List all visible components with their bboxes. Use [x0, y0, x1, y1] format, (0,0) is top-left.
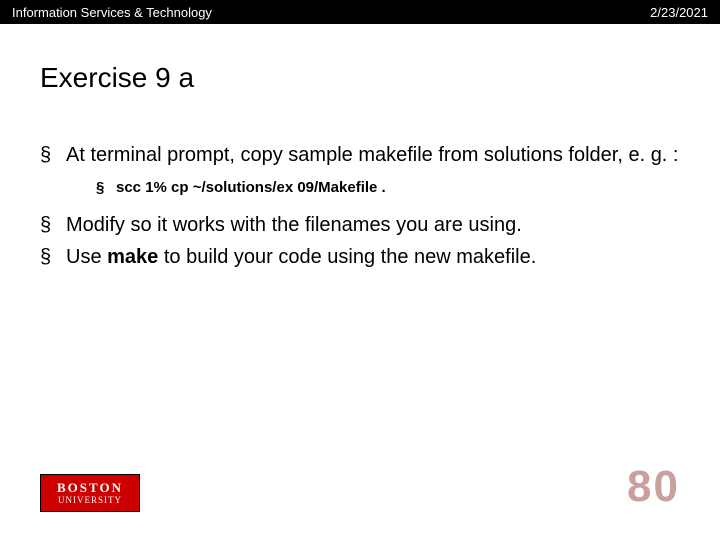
bullet-3-pre: Use	[66, 246, 107, 268]
bullet-3-bold: make	[107, 246, 158, 268]
bullet-1-text: At terminal prompt, copy sample makefile…	[66, 144, 678, 166]
slide-title: Exercise 9 a	[0, 24, 720, 94]
bullet-3: Use make to build your code using the ne…	[40, 244, 680, 270]
header-left: Information Services & Technology	[12, 5, 212, 20]
logo-line2: UNIVERSITY	[58, 496, 122, 505]
logo-line1: BOSTON	[57, 481, 123, 494]
page-number: 80	[627, 462, 680, 512]
header-date: 2/23/2021	[650, 5, 708, 20]
slide-content: At terminal prompt, copy sample makefile…	[0, 94, 720, 270]
boston-university-logo: BOSTON UNIVERSITY	[40, 474, 140, 512]
bullet-1: At terminal prompt, copy sample makefile…	[40, 142, 680, 198]
slide: Information Services & Technology 2/23/2…	[0, 0, 720, 540]
bullet-list: At terminal prompt, copy sample makefile…	[40, 142, 680, 270]
header-bar: Information Services & Technology 2/23/2…	[0, 0, 720, 24]
bullet-2: Modify so it works with the filenames yo…	[40, 212, 680, 238]
sub-bullet-list: scc 1% cp ~/solutions/ex 09/Makefile .	[96, 178, 680, 198]
sub-bullet-1: scc 1% cp ~/solutions/ex 09/Makefile .	[96, 178, 680, 198]
bullet-3-post: to build your code using the new makefil…	[158, 246, 536, 268]
footer: BOSTON UNIVERSITY 80	[40, 462, 680, 512]
